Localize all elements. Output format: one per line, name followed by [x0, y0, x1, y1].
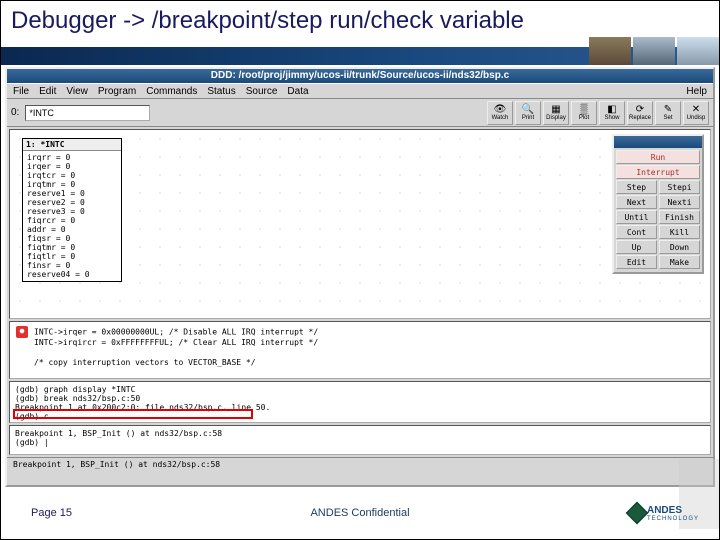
down-button[interactable]: Down: [659, 240, 700, 254]
logo-icon: [626, 502, 649, 525]
andes-logo: ANDES TECHNOLOGY: [629, 505, 699, 522]
gdb-output[interactable]: Breakpoint 1, BSP_Init () at nds32/bsp.c…: [9, 425, 711, 455]
banner-strip: [1, 47, 719, 65]
struct-field: reserve2 = 0: [27, 198, 117, 207]
finish-button[interactable]: Finish: [659, 210, 700, 224]
ddd-window: DDD: /root/proj/jimmy/ucos-ii/trunk/Sour…: [5, 67, 715, 487]
undisp-button[interactable]: ✕Undisp: [683, 101, 709, 125]
src-line: INTC->irqircr = 0xFFFFFFFFUL; /* Clear A…: [34, 338, 318, 347]
set-button[interactable]: ✎Set: [655, 101, 681, 125]
logo-text-bottom: TECHNOLOGY: [647, 516, 699, 522]
struct-field: irqer = 0: [27, 162, 117, 171]
window-title: DDD: /root/proj/jimmy/ucos-ii/trunk/Sour…: [7, 69, 713, 83]
logo-text-top: ANDES: [647, 505, 699, 516]
gdb-line: (gdb) break nds32/bsp.c:50: [15, 394, 705, 403]
display-icon: ▦: [551, 105, 560, 115]
struct-field: reserve3 = 0: [27, 207, 117, 216]
control-titlebar: [614, 136, 702, 148]
gdb-console[interactable]: (gdb) graph display *INTC (gdb) break nd…: [9, 381, 711, 423]
make-button[interactable]: Make: [659, 255, 700, 269]
menu-help[interactable]: Help: [686, 86, 707, 97]
banner-thumb: [677, 37, 719, 65]
set-icon: ✎: [664, 105, 672, 115]
run-button[interactable]: Run: [616, 150, 700, 164]
menubar: File Edit View Program Commands Status S…: [7, 83, 713, 99]
display-button[interactable]: ▦Display: [543, 101, 569, 125]
menu-status[interactable]: Status: [207, 86, 235, 97]
stepi-button[interactable]: Stepi: [659, 180, 700, 194]
struct-field: fiqtlr = 0: [27, 252, 117, 261]
nexti-button[interactable]: Nexti: [659, 195, 700, 209]
menu-commands[interactable]: Commands: [146, 86, 197, 97]
menu-program[interactable]: Program: [98, 86, 136, 97]
expr-label: 0:: [11, 107, 19, 118]
struct-field: fiqrcr = 0: [27, 216, 117, 225]
struct-field: reserve04 = 0: [27, 270, 117, 279]
watch-icon: 👁: [494, 105, 507, 115]
plot-button[interactable]: ▒Plot: [571, 101, 597, 125]
struct-field: irqtmr = 0: [27, 180, 117, 189]
confidential-label: ANDES Confidential: [310, 507, 409, 519]
interrupt-button[interactable]: Interrupt: [616, 165, 700, 179]
replace-icon: ⟳: [636, 105, 644, 115]
gdb-line: (gdb) graph display *INTC: [15, 385, 705, 394]
src-line: INTC->irqer = 0x00000000UL; /* Disable A…: [34, 328, 318, 337]
toolbar: 0: 👁Watch🔍Print▦Display▒Plot◧Show⟳Replac…: [7, 99, 713, 127]
struct-field: fiqsr = 0: [27, 234, 117, 243]
until-button[interactable]: Until: [616, 210, 657, 224]
struct-field: addr = 0: [27, 225, 117, 234]
stop-icon: ⬣: [16, 326, 28, 338]
struct-title: 1: *INTC: [23, 139, 121, 151]
data-pane[interactable]: 1: *INTC irqrr = 0irqer = 0irqtcr = 0irq…: [9, 129, 711, 319]
gdb-line: Breakpoint 1, BSP_Init () at nds32/bsp.c…: [15, 429, 705, 438]
slide-title: Debugger -> /breakpoint/step run/check v…: [1, 1, 719, 41]
banner-thumb: [589, 37, 631, 65]
struct-display[interactable]: 1: *INTC irqrr = 0irqer = 0irqtcr = 0irq…: [22, 138, 122, 282]
banner-thumb: [633, 37, 675, 65]
menu-edit[interactable]: Edit: [39, 86, 56, 97]
menu-file[interactable]: File: [13, 86, 29, 97]
edit-button[interactable]: Edit: [616, 255, 657, 269]
struct-field: reserve1 = 0: [27, 189, 117, 198]
kill-button[interactable]: Kill: [659, 225, 700, 239]
undisp-icon: ✕: [692, 105, 700, 115]
footer: Page 15 ANDES Confidential ANDES TECHNOL…: [1, 503, 719, 523]
struct-field: fiqtmr = 0: [27, 243, 117, 252]
watch-button[interactable]: 👁Watch: [487, 101, 513, 125]
src-line: /* copy interruption vectors to VECTOR_B…: [34, 358, 256, 367]
print-icon: 🔍: [522, 105, 534, 115]
control-panel: Run Interrupt StepStepiNextNextiUntilFin…: [612, 134, 704, 274]
gdb-line: (gdb) |: [15, 438, 705, 447]
struct-field: finsr = 0: [27, 261, 117, 270]
show-icon: ◧: [607, 105, 616, 115]
up-button[interactable]: Up: [616, 240, 657, 254]
step-button[interactable]: Step: [616, 180, 657, 194]
print-button[interactable]: 🔍Print: [515, 101, 541, 125]
replace-button[interactable]: ⟳Replace: [627, 101, 653, 125]
source-pane[interactable]: ⬣ INTC->irqer = 0x00000000UL; /* Disable …: [9, 321, 711, 379]
plot-icon: ▒: [580, 105, 587, 115]
highlight-box: [13, 409, 253, 419]
page-number: Page 15: [31, 507, 72, 519]
next-button[interactable]: Next: [616, 195, 657, 209]
status-bar: Breakpoint 1, BSP_Init () at nds32/bsp.c…: [7, 457, 713, 471]
struct-field: irqtcr = 0: [27, 171, 117, 180]
menu-view[interactable]: View: [66, 86, 88, 97]
struct-field: irqrr = 0: [27, 153, 117, 162]
menu-source[interactable]: Source: [246, 86, 278, 97]
cont-button[interactable]: Cont: [616, 225, 657, 239]
expr-input[interactable]: [25, 105, 150, 121]
show-button[interactable]: ◧Show: [599, 101, 625, 125]
menu-data[interactable]: Data: [287, 86, 308, 97]
